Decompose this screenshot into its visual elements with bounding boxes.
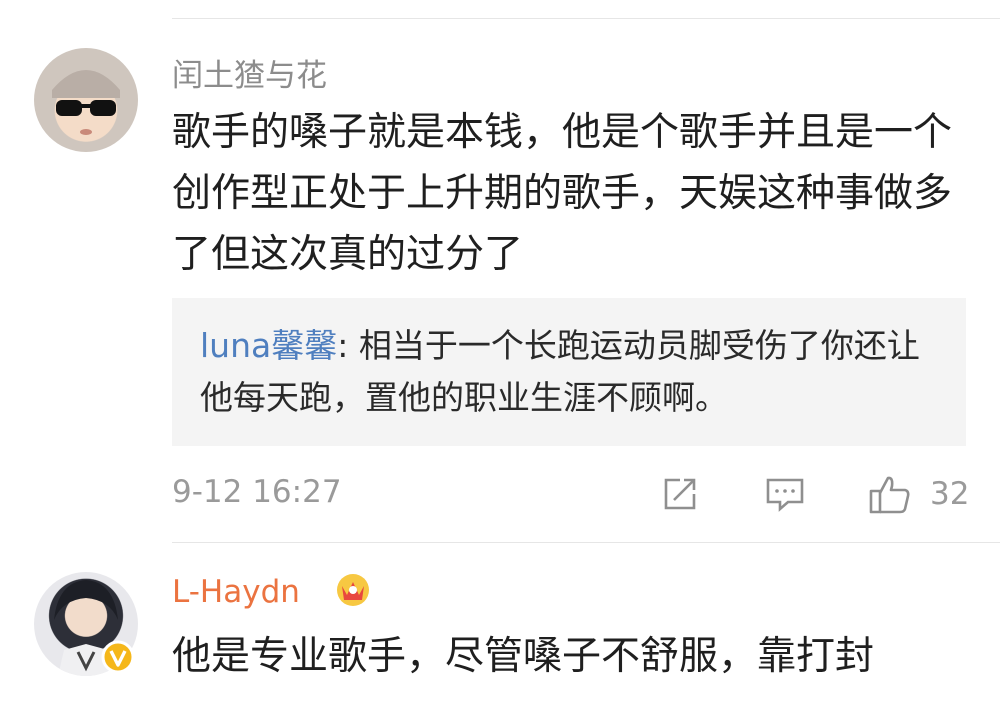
crown-icon (334, 570, 372, 614)
comment-icon[interactable] (764, 474, 806, 518)
comment-username[interactable]: L-Haydn (172, 574, 300, 610)
avatar-image (52, 70, 120, 135)
divider (172, 542, 1000, 543)
comment-text: 他是专业歌手，尽管嗓子不舒服，靠打封 (172, 634, 875, 679)
share-icon[interactable] (660, 474, 700, 518)
thumbs-up-icon[interactable] (868, 474, 912, 520)
like-count: 32 (930, 476, 970, 512)
comment-timestamp: 9-12 16:27 (172, 474, 342, 510)
reply-separator: : (337, 326, 359, 365)
reply-box[interactable]: luna馨馨: 相当于一个长跑运动员脚受伤了你还让他每天跑，置他的职业生涯不顾啊… (172, 298, 966, 446)
comment-username[interactable]: 闰土猹与花 (172, 50, 327, 95)
comment-feed: 闰土猹与花 歌手的嗓子就是本钱，他是个歌手并且是一个创作型正处于上升期的歌手，天… (0, 0, 1000, 702)
reply-username[interactable]: luna馨馨 (200, 326, 337, 365)
divider (172, 18, 1000, 19)
comment-text: 歌手的嗓子就是本钱，他是个歌手并且是一个创作型正处于上升期的歌手，天娱这种事做多… (172, 110, 953, 277)
reply-content: luna馨馨: 相当于一个长跑运动员脚受伤了你还让他每天跑，置他的职业生涯不顾啊… (200, 320, 920, 424)
avatar[interactable] (34, 48, 138, 152)
verified-v-icon (101, 640, 135, 678)
